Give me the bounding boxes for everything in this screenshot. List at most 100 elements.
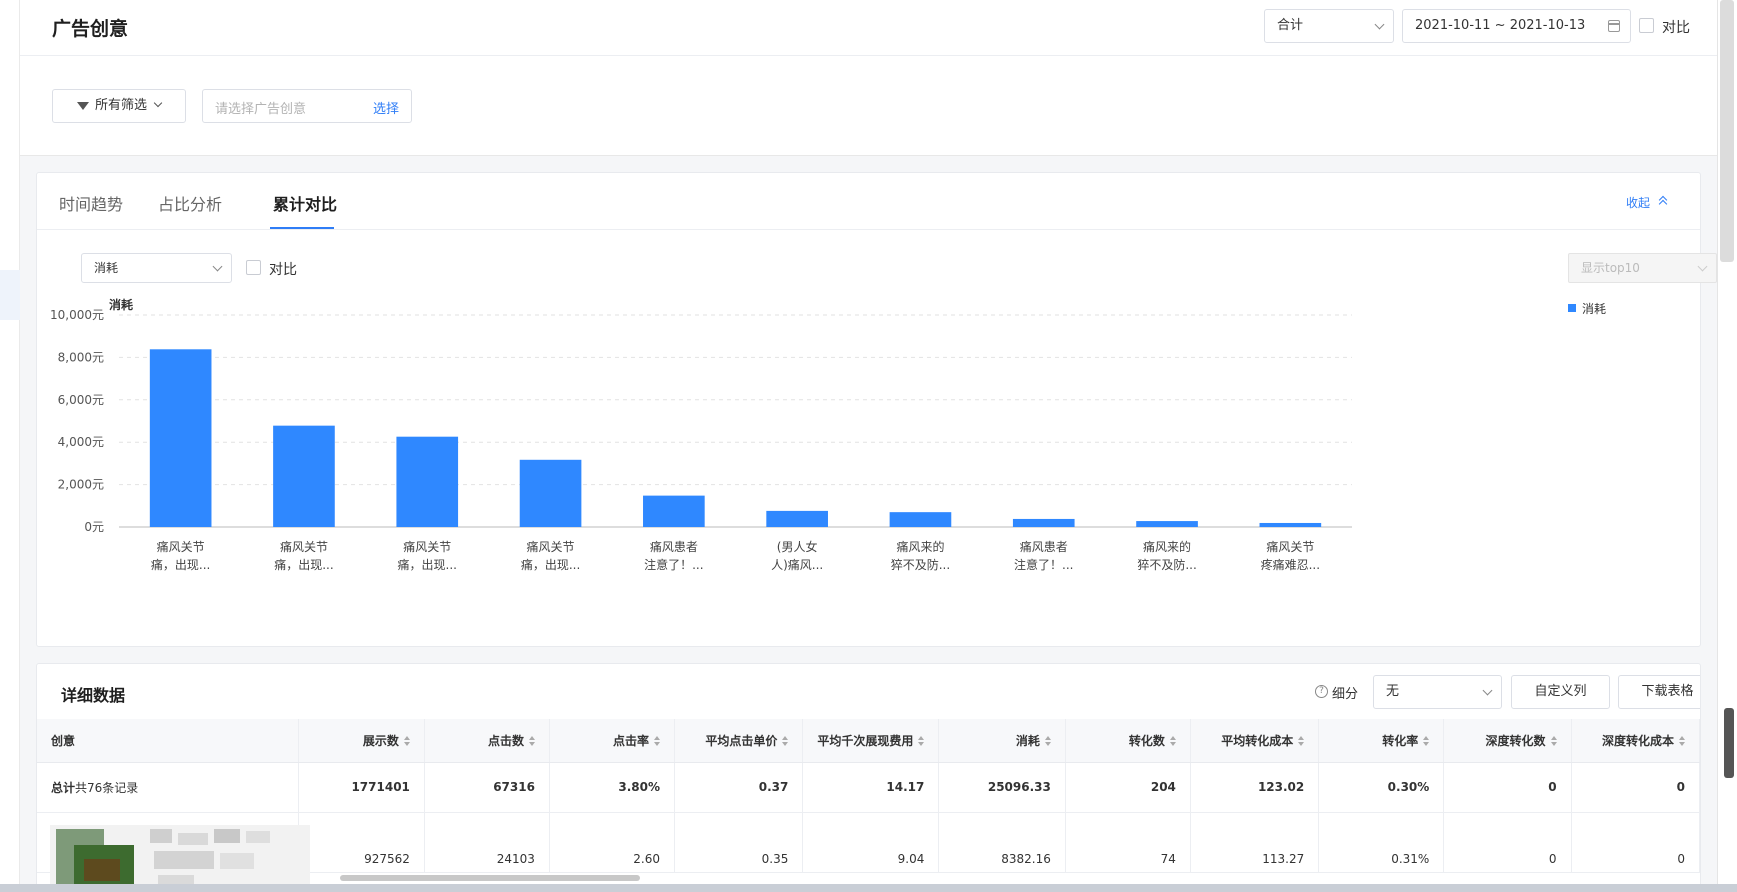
date-range-picker[interactable]: 2021-10-11 ~ 2021-10-13 <box>1402 9 1631 43</box>
column-header[interactable]: 转化率 <box>1318 719 1445 763</box>
sort-icon[interactable] <box>403 736 410 747</box>
column-header[interactable]: 展示数 <box>298 719 425 763</box>
total-cell: 3.80% <box>549 762 676 813</box>
table-cell: 927562 <box>298 812 425 873</box>
bar <box>766 510 828 527</box>
column-header[interactable]: 点击数 <box>424 719 550 763</box>
y-tick-label: 2,000元 <box>58 478 104 492</box>
tabs-divider <box>37 229 1700 230</box>
header-compare-checkbox[interactable] <box>1639 18 1654 33</box>
x-tick-label: 痛风关节 <box>527 539 575 554</box>
y-tick-label: 0元 <box>84 520 104 534</box>
chart-compare-checkbox[interactable] <box>246 260 261 275</box>
x-tick-label: 痛，出现... <box>398 557 457 572</box>
metric-select[interactable]: 消耗 <box>81 253 232 283</box>
header-compare-label: 对比 <box>1662 20 1690 36</box>
sort-icon[interactable] <box>1298 736 1305 747</box>
sort-icon[interactable] <box>918 736 925 747</box>
sort-icon[interactable] <box>1169 736 1176 747</box>
vertical-scrollbar[interactable] <box>1717 0 1737 892</box>
tab-cumulative[interactable]: 累计对比 <box>273 191 337 215</box>
creative-thumbnail[interactable] <box>50 825 310 891</box>
sort-icon[interactable] <box>1679 736 1685 747</box>
side-panel-handle[interactable] <box>1724 708 1734 778</box>
x-tick-label: 痛风来的 <box>1143 539 1191 554</box>
column-header[interactable]: 平均转化成本 <box>1190 719 1320 763</box>
chart-legend: 消耗 <box>1568 300 1606 317</box>
left-nav-active-marker <box>0 270 20 320</box>
legend-label: 消耗 <box>1582 302 1607 316</box>
scrollbar-thumb[interactable] <box>1720 0 1734 262</box>
topn-select-value: 显示top10 <box>1581 261 1640 275</box>
help-icon[interactable]: ? <box>1315 685 1328 698</box>
bar <box>1259 522 1322 527</box>
chevron-down-icon <box>212 261 223 272</box>
split-select[interactable]: 无 <box>1373 675 1502 709</box>
filter-bar: 所有筛选 请选择广告创意 选择 <box>20 56 1717 156</box>
table-cell: 113.27 <box>1190 812 1320 873</box>
metric-select-value: 消耗 <box>94 261 119 275</box>
table-cell: 8382.16 <box>938 812 1066 873</box>
column-header[interactable]: 深度转化数 <box>1443 719 1572 763</box>
x-tick-label: 人)痛风... <box>771 557 823 572</box>
column-header[interactable]: 点击率 <box>549 719 676 763</box>
column-header-label: 转化数 <box>1128 733 1165 748</box>
x-tick-label: 痛风患者 <box>1020 539 1068 554</box>
topn-select[interactable]: 显示top10 <box>1568 253 1717 283</box>
total-cell: 0.37 <box>674 762 804 813</box>
column-header[interactable]: 平均千次展现费用 <box>802 719 940 763</box>
column-header-label: 消耗 <box>1015 733 1040 748</box>
table-horizontal-scrollbar[interactable] <box>310 872 1737 882</box>
bar <box>149 349 212 527</box>
total-cell: 123.02 <box>1190 762 1320 813</box>
column-header-label: 展示数 <box>362 733 399 748</box>
column-header[interactable]: 转化数 <box>1065 719 1191 763</box>
bottom-strip <box>0 884 1737 892</box>
sort-icon[interactable] <box>654 736 660 747</box>
bar <box>889 512 952 527</box>
sort-icon[interactable] <box>782 736 789 747</box>
chevron-down-icon <box>1374 19 1385 30</box>
total-label-cell: 总计共76条记录 <box>37 762 299 813</box>
column-header[interactable]: 平均点击单价 <box>674 719 804 763</box>
x-tick-label: 痛风关节 <box>403 539 451 554</box>
download-table-button[interactable]: 下载表格 <box>1618 675 1700 709</box>
table-cell: 0 <box>1571 812 1700 873</box>
y-tick-label: 4,000元 <box>58 435 104 449</box>
sort-icon[interactable] <box>1423 736 1430 747</box>
aggregate-select[interactable]: 合计 <box>1264 9 1394 43</box>
ad-creative-input[interactable]: 请选择广告创意 选择 <box>202 89 412 123</box>
chart-compare-label: 对比 <box>269 262 297 278</box>
column-header-label: 平均转化成本 <box>1221 733 1294 748</box>
bar <box>1136 521 1198 527</box>
x-tick-label: 痛风关节 <box>280 539 328 554</box>
table-cell: 0 <box>1443 812 1572 873</box>
select-link[interactable]: 选择 <box>373 98 399 117</box>
x-tick-label: 痛，出现... <box>151 557 210 572</box>
column-header[interactable]: 消耗 <box>938 719 1066 763</box>
ad-creative-placeholder: 请选择广告创意 <box>215 102 307 117</box>
column-header[interactable]: 深度转化成本 <box>1571 719 1700 763</box>
collapse-link[interactable]: 收起 <box>1626 194 1650 211</box>
column-header-label: 平均千次展现费用 <box>817 733 914 748</box>
table-cell: 9.04 <box>802 812 940 873</box>
sort-icon[interactable] <box>528 736 535 747</box>
table-cell: 24103 <box>424 812 550 873</box>
custom-columns-button[interactable]: 自定义列 <box>1511 675 1610 709</box>
total-cell: 14.17 <box>802 762 940 813</box>
aggregate-select-value: 合计 <box>1277 18 1304 33</box>
total-cell: 67316 <box>424 762 550 813</box>
calendar-icon <box>1608 20 1620 32</box>
sort-icon[interactable] <box>1550 736 1557 747</box>
total-cell: 1771401 <box>298 762 425 813</box>
tab-time-trend[interactable]: 时间趋势 <box>59 191 123 215</box>
bar <box>273 425 335 527</box>
tab-proportion[interactable]: 占比分析 <box>158 191 222 215</box>
sort-icon[interactable] <box>1044 736 1051 747</box>
x-tick-label: 痛，出现... <box>274 557 333 572</box>
all-filters-button[interactable]: 所有筛选 <box>52 89 186 123</box>
x-tick-label: 痛风患者 <box>650 539 698 554</box>
column-header[interactable]: 创意 <box>37 719 299 763</box>
x-tick-label: 猝不及防... <box>891 557 950 572</box>
horizontal-scrollbar-thumb[interactable] <box>340 875 640 881</box>
